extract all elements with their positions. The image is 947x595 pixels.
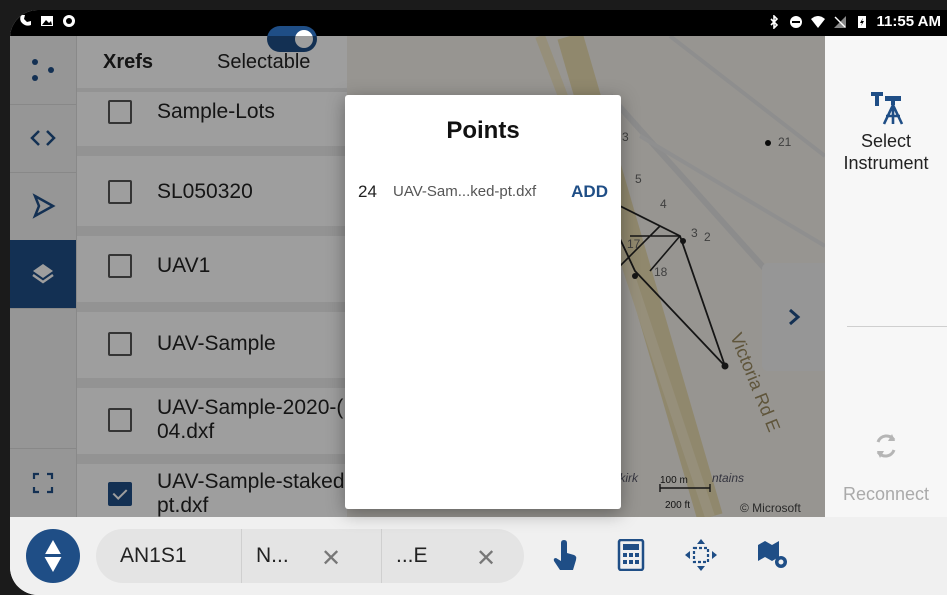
calculator-button[interactable] <box>613 537 649 573</box>
center-icon <box>685 539 717 571</box>
point-name[interactable]: AN1S1 <box>120 544 187 568</box>
bluetooth-icon <box>769 14 778 29</box>
coordinate-pill: AN1S1 N... ✕ ...E ✕ <box>96 529 524 583</box>
bottom-toolbar: AN1S1 N... ✕ ...E ✕ <box>10 517 947 595</box>
select-instrument-button[interactable]: Select Instrument <box>825 36 947 286</box>
divider <box>241 529 242 583</box>
no-signal-icon <box>833 15 846 28</box>
image-icon <box>41 16 53 26</box>
touch-icon <box>553 540 577 570</box>
divider <box>381 529 382 583</box>
easting-value[interactable]: ...E <box>396 544 428 568</box>
map-settings-button[interactable] <box>755 537 791 573</box>
reconnect-button[interactable]: Reconnect <box>825 484 947 505</box>
point-count: 24 <box>358 182 377 201</box>
map-settings-icon <box>758 541 787 568</box>
device-frame: 11:55 AM 3 5 4 17 3 2 18 21 Victoria Rd … <box>0 0 947 595</box>
status-time: 11:55 AM <box>876 13 941 30</box>
center-map-button[interactable] <box>683 537 719 573</box>
select-instrument-label: Select Instrument <box>843 131 929 173</box>
battery-icon <box>857 15 866 28</box>
refresh-icon <box>876 434 896 458</box>
points-dialog: Points 24 UAV-Sam...ked-pt.dxf ADD <box>345 95 621 509</box>
compass-button[interactable] <box>26 529 80 583</box>
calculator-icon <box>617 539 645 571</box>
wifi-icon <box>810 15 825 28</box>
record-icon <box>63 15 75 27</box>
clear-northing-icon[interactable]: ✕ <box>321 544 341 573</box>
add-button[interactable]: ADD <box>571 182 608 202</box>
dialog-title: Points <box>446 117 520 144</box>
do-not-disturb-icon <box>789 15 802 28</box>
clear-easting-icon[interactable]: ✕ <box>476 544 496 573</box>
location-marker-icon <box>44 540 62 572</box>
tripod-icon <box>871 92 904 125</box>
divider <box>847 326 947 327</box>
instrument-panel: Select Instrument Reconnect <box>825 36 947 517</box>
northing-value[interactable]: N... <box>256 544 289 568</box>
phone-icon <box>20 15 31 26</box>
status-bar: 11:55 AM <box>10 10 947 36</box>
app-screen: 11:55 AM 3 5 4 17 3 2 18 21 Victoria Rd … <box>10 10 947 595</box>
touch-tool-button[interactable] <box>547 537 583 573</box>
point-file-name: UAV-Sam...ked-pt.dxf <box>393 183 537 200</box>
